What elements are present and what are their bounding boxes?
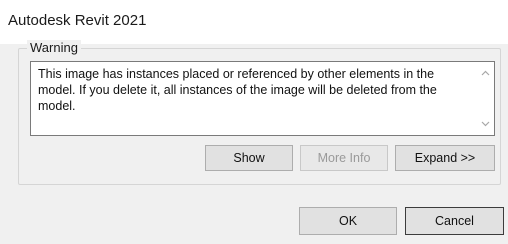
message-scrollbar[interactable] <box>477 62 494 135</box>
warning-message-box[interactable]: This image has instances placed or refer… <box>30 61 495 136</box>
title-bar[interactable]: Autodesk Revit 2021 <box>0 0 508 44</box>
cancel-button[interactable]: Cancel <box>405 207 504 235</box>
chevron-down-icon[interactable] <box>481 119 490 128</box>
warning-group-label: Warning <box>27 40 81 55</box>
ok-button[interactable]: OK <box>299 207 397 235</box>
chevron-up-icon[interactable] <box>481 69 490 78</box>
expand-button[interactable]: Expand >> <box>395 145 495 171</box>
more-info-button[interactable]: More Info <box>300 145 388 171</box>
warning-message-text: This image has instances placed or refer… <box>38 67 437 113</box>
show-button[interactable]: Show <box>205 145 293 171</box>
warning-dialog: Autodesk Revit 2021 Warning This image h… <box>0 0 508 244</box>
window-title: Autodesk Revit 2021 <box>8 12 147 29</box>
